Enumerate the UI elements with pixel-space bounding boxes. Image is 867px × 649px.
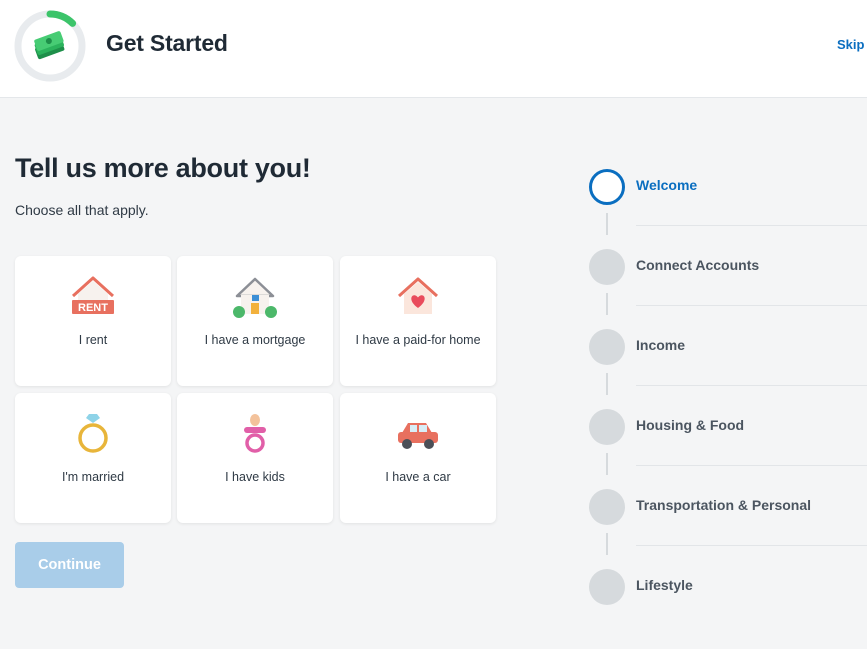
step-connector — [606, 373, 608, 395]
step-income: Income — [589, 329, 867, 409]
page-subtitle: Choose all that apply. — [15, 202, 149, 218]
divider — [636, 305, 867, 306]
option-card-kids[interactable]: I have kids — [177, 393, 333, 523]
step-connector — [606, 213, 608, 235]
step-label: Housing & Food — [636, 417, 745, 433]
step-indicator — [589, 329, 625, 365]
divider — [636, 545, 867, 546]
divider — [636, 465, 867, 466]
step-indicator — [589, 249, 625, 285]
step-label: Income — [636, 337, 686, 353]
option-label: I have kids — [225, 470, 285, 484]
continue-button[interactable]: Continue — [15, 542, 124, 588]
divider — [636, 225, 867, 226]
step-label: Lifestyle — [636, 577, 693, 593]
option-card-mortgage[interactable]: I have a mortgage — [177, 256, 333, 386]
skip-link[interactable]: Skip — [837, 37, 864, 52]
option-label: I have a car — [385, 470, 451, 484]
car-icon — [398, 423, 438, 449]
house-heart-icon — [397, 277, 439, 314]
money-progress-icon — [14, 10, 86, 82]
option-label: I have a paid-for home — [355, 333, 481, 347]
step-label: Connect Accounts — [636, 257, 760, 273]
step-welcome: Welcome — [589, 169, 867, 249]
step-indicator — [589, 409, 625, 445]
step-connector — [606, 293, 608, 315]
step-connector — [606, 453, 608, 475]
option-label: I'm married — [61, 470, 125, 484]
option-label: I rent — [78, 333, 108, 347]
main-content: Tell us more about you! Choose all that … — [0, 99, 867, 605]
divider — [636, 385, 867, 386]
option-card-married[interactable]: I'm married — [15, 393, 171, 523]
step-connect-accounts: Connect Accounts — [589, 249, 867, 329]
page-title: Tell us more about you! — [15, 153, 311, 183]
option-card-paid-home[interactable]: I have a paid-for home — [340, 256, 496, 386]
step-transportation-personal: Transportation & Personal — [589, 489, 867, 569]
option-card-car[interactable]: I have a car — [340, 393, 496, 523]
step-label: Welcome — [636, 177, 698, 193]
option-card-rent[interactable]: RENT I rent — [15, 256, 171, 386]
option-label: I have a mortgage — [204, 333, 306, 347]
house-rent-icon: RENT — [71, 276, 115, 314]
step-connector — [606, 533, 608, 555]
step-indicator — [589, 169, 625, 205]
step-label: Transportation & Personal — [636, 497, 812, 513]
page-header-title: Get Started — [106, 30, 228, 56]
rent-badge-text: RENT — [78, 302, 108, 314]
header: Get Started Skip — [0, 0, 867, 98]
pacifier-icon — [244, 414, 266, 453]
ring-icon — [78, 414, 108, 453]
progress-steps: Welcome Connect Accounts Income Housing … — [589, 169, 867, 605]
house-mortgage-icon — [233, 277, 277, 318]
step-indicator — [589, 569, 625, 605]
step-indicator — [589, 489, 625, 525]
step-lifestyle: Lifestyle — [589, 569, 867, 649]
step-housing-food: Housing & Food — [589, 409, 867, 489]
